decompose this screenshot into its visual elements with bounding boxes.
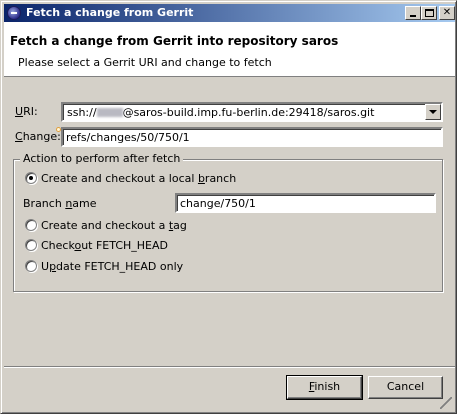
finish-button[interactable]: Finish bbox=[286, 375, 363, 400]
uri-value: ssh://@saros-build.imp.fu-berlin.de:2941… bbox=[67, 106, 375, 119]
uri-combobox[interactable]: ssh://@saros-build.imp.fu-berlin.de:2941… bbox=[61, 102, 443, 122]
maximize-icon bbox=[424, 9, 434, 17]
change-input-value: refs/changes/50/750/1 bbox=[66, 131, 190, 144]
button-bar-separator bbox=[4, 366, 455, 368]
close-button[interactable]: ✕ bbox=[439, 6, 455, 20]
branch-name-input[interactable]: change/750/1 bbox=[175, 193, 436, 213]
wizard-header: Fetch a change from Gerrit into reposito… bbox=[4, 22, 455, 77]
close-icon: ✕ bbox=[442, 7, 452, 18]
uri-label: URI: bbox=[15, 105, 38, 118]
radio-create-branch[interactable] bbox=[25, 172, 37, 184]
action-group-title: Action to perform after fetch bbox=[20, 152, 184, 165]
minimize-icon bbox=[410, 15, 416, 17]
window-title: Fetch a change from Gerrit bbox=[26, 6, 194, 19]
minimize-button[interactable] bbox=[405, 6, 421, 20]
radio-update-fetch-head-label[interactable]: Update FETCH_HEAD only bbox=[41, 260, 183, 273]
radio-checkout-fetch-head[interactable] bbox=[25, 239, 37, 251]
cancel-button[interactable]: Cancel bbox=[368, 376, 443, 399]
radio-create-tag-label[interactable]: Create and checkout a tag bbox=[41, 219, 187, 232]
change-label: Change: bbox=[15, 130, 61, 143]
resize-grip-icon[interactable] bbox=[440, 397, 452, 409]
radio-create-branch-label[interactable]: Create and checkout a local branch bbox=[41, 172, 236, 185]
dropdown-arrow-icon[interactable] bbox=[425, 104, 441, 120]
branch-name-label: Branch name bbox=[23, 197, 97, 210]
eclipse-icon bbox=[7, 6, 21, 20]
branch-name-value: change/750/1 bbox=[180, 197, 256, 210]
dialog-window: Fetch a change from Gerrit ✕ Fetch a cha… bbox=[0, 0, 457, 414]
wizard-description: Please select a Gerrit URI and change to… bbox=[18, 56, 272, 69]
radio-create-tag[interactable] bbox=[25, 219, 37, 231]
change-input[interactable]: refs/changes/50/750/1 bbox=[61, 127, 443, 147]
maximize-button[interactable] bbox=[421, 6, 437, 20]
radio-update-fetch-head[interactable] bbox=[25, 260, 37, 272]
redacted-username bbox=[96, 108, 123, 117]
radio-checkout-fetch-head-label[interactable]: Checkout FETCH_HEAD bbox=[41, 239, 168, 252]
wizard-title: Fetch a change from Gerrit into reposito… bbox=[10, 34, 339, 48]
title-bar[interactable]: Fetch a change from Gerrit ✕ bbox=[4, 4, 455, 22]
